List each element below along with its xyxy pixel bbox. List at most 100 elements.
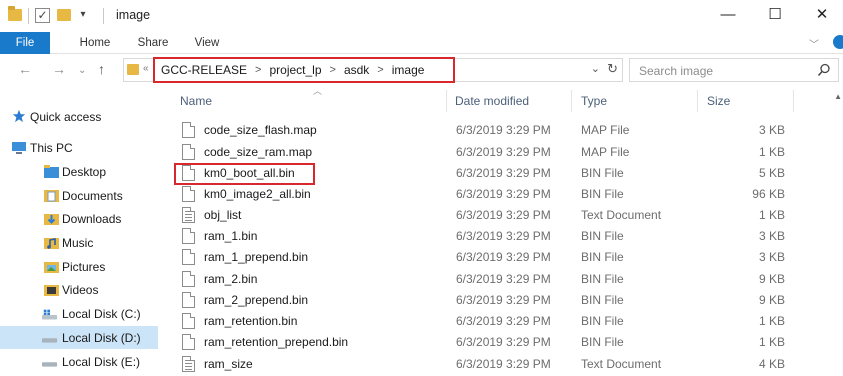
nav-item-local-disk-d[interactable]: Local Disk (D:) (0, 326, 158, 349)
table-row[interactable]: km0_image2_all.bin 6/3/2019 3:29 PM BIN … (162, 184, 822, 205)
file-size: 3 KB (758, 250, 785, 264)
file-name: km0_image2_all.bin (204, 187, 311, 201)
search-box[interactable]: Search image (629, 58, 839, 82)
refresh-icon[interactable]: ↻ (607, 61, 618, 77)
maximize-button[interactable]: ☐ (752, 0, 798, 30)
nav-item-videos[interactable]: Videos (0, 278, 158, 301)
file-date: 6/3/2019 3:29 PM (456, 357, 551, 371)
file-name: ram_1_prepend.bin (204, 250, 309, 264)
column-divider[interactable] (571, 90, 572, 112)
videos-folder-icon (44, 285, 59, 296)
file-type: Text Document (581, 208, 662, 222)
customize-toolbar-dropdown-icon[interactable]: ▾ (76, 8, 90, 22)
table-row[interactable]: ram_1_prepend.bin 6/3/2019 3:29 PM BIN F… (162, 247, 822, 268)
file-name: code_size_flash.map (204, 123, 317, 137)
nav-item-label: Music (62, 235, 94, 250)
file-date: 6/3/2019 3:29 PM (456, 166, 551, 180)
file-name: ram_1.bin (204, 229, 258, 243)
folder-icon (8, 6, 22, 21)
minimize-button[interactable]: — (705, 0, 751, 30)
file-name: ram_2_prepend.bin (204, 293, 309, 307)
tab-share[interactable]: Share (128, 32, 178, 54)
file-type: BIN File (581, 250, 624, 264)
address-bar[interactable]: « GCC-RELEASE > project_lp > asdk > imag… (123, 57, 623, 83)
nav-item-music[interactable]: Music (0, 231, 158, 254)
file-size: 3 KB (758, 229, 785, 243)
nav-item-documents[interactable]: Documents (0, 184, 158, 207)
file-size: 1 KB (758, 314, 785, 328)
table-row[interactable]: ram_1.bin 6/3/2019 3:29 PM BIN File 3 KB (162, 226, 822, 247)
table-row[interactable]: ram_size 6/3/2019 3:29 PM Text Document … (162, 354, 822, 375)
table-row[interactable]: ram_2.bin 6/3/2019 3:29 PM BIN File 9 KB (162, 269, 822, 290)
nav-item-pictures[interactable]: Pictures (0, 255, 158, 278)
expand-ribbon-icon[interactable]: ﹀ (809, 36, 819, 51)
file-size: 1 KB (758, 335, 785, 349)
file-icon (182, 122, 195, 138)
file-size: 9 KB (758, 272, 785, 286)
file-date: 6/3/2019 3:29 PM (456, 314, 551, 328)
pictures-folder-icon (44, 262, 59, 273)
new-folder-icon[interactable] (57, 9, 71, 21)
scroll-up-icon[interactable]: ▲ (834, 92, 842, 101)
file-icon (182, 144, 195, 160)
tab-file[interactable]: File (0, 32, 50, 54)
address-dropdown-icon[interactable]: ⌄ (591, 62, 600, 75)
file-type: BIN File (581, 335, 624, 349)
table-row[interactable]: obj_list 6/3/2019 3:29 PM Text Document … (162, 205, 822, 226)
tab-home[interactable]: Home (70, 32, 120, 54)
search-input[interactable]: Search image (639, 64, 713, 78)
file-size: 5 KB (758, 166, 785, 180)
file-name: code_size_ram.map (204, 145, 313, 159)
title-bar: ✓ ▾ image — ☐ ✕ (0, 0, 843, 32)
column-header-name[interactable]: Name (180, 88, 212, 114)
file-icon (182, 292, 195, 308)
sort-ascending-icon: ︿ (313, 86, 323, 96)
column-header-date-modified[interactable]: Date modified (455, 88, 529, 114)
table-row[interactable]: ram_2_prepend.bin 6/3/2019 3:29 PM BIN F… (162, 290, 822, 311)
table-row[interactable]: code_size_ram.map 6/3/2019 3:29 PM MAP F… (162, 142, 822, 163)
close-button[interactable]: ✕ (799, 0, 843, 30)
file-date: 6/3/2019 3:29 PM (456, 187, 551, 201)
search-icon[interactable] (817, 63, 831, 77)
table-row[interactable]: ram_retention_prepend.bin 6/3/2019 3:29 … (162, 332, 822, 353)
nav-item-downloads[interactable]: Downloads (0, 207, 158, 230)
vertical-scrollbar[interactable]: ▲ (832, 88, 843, 376)
file-date: 6/3/2019 3:29 PM (456, 123, 551, 137)
up-arrow-icon[interactable]: ↑ (98, 61, 105, 77)
nav-item-label: This PC (30, 140, 73, 155)
file-name: ram_size (204, 357, 253, 371)
nav-item-quick-access[interactable]: Quick access (0, 105, 158, 128)
file-list: ︿ Name Date modified Type Size code_size… (162, 86, 843, 376)
properties-checkbox-icon[interactable]: ✓ (35, 8, 50, 23)
file-date: 6/3/2019 3:29 PM (456, 229, 551, 243)
table-row[interactable]: code_size_flash.map 6/3/2019 3:29 PM MAP… (162, 120, 822, 141)
file-size: 4 KB (758, 357, 785, 371)
table-row[interactable]: ram_retention.bin 6/3/2019 3:29 PM BIN F… (162, 311, 822, 332)
recent-locations-chevron-icon[interactable]: ⌄ (78, 63, 86, 79)
desktop-folder-icon (44, 165, 59, 178)
nav-item-local-disk-c[interactable]: Local Disk (C:) (0, 302, 158, 325)
file-type: Text Document (581, 357, 662, 371)
help-icon[interactable] (833, 35, 843, 49)
file-type: BIN File (581, 272, 624, 286)
nav-item-label: Local Disk (C:) (62, 306, 141, 321)
nav-item-desktop[interactable]: Desktop (0, 160, 158, 183)
star-icon (12, 109, 26, 123)
downloads-folder-icon (44, 214, 59, 225)
back-arrow-icon[interactable]: ← (18, 61, 32, 77)
nav-item-this-pc[interactable]: This PC (0, 136, 158, 159)
file-name: ram_2.bin (204, 272, 258, 286)
file-highlight-box (174, 163, 315, 185)
music-folder-icon (44, 238, 59, 249)
tab-view[interactable]: View (184, 32, 230, 54)
nav-item-local-disk-e[interactable]: Local Disk (E:) (0, 350, 158, 373)
column-header-size[interactable]: Size (707, 88, 730, 114)
forward-arrow-icon[interactable]: → (52, 61, 66, 77)
column-divider[interactable] (446, 90, 447, 112)
column-divider[interactable] (697, 90, 698, 112)
nav-item-label: Videos (62, 282, 99, 297)
column-divider[interactable] (793, 90, 794, 112)
column-header-type[interactable]: Type (581, 88, 607, 114)
nav-item-label: Local Disk (D:) (62, 330, 141, 345)
file-name: obj_list (204, 208, 242, 222)
